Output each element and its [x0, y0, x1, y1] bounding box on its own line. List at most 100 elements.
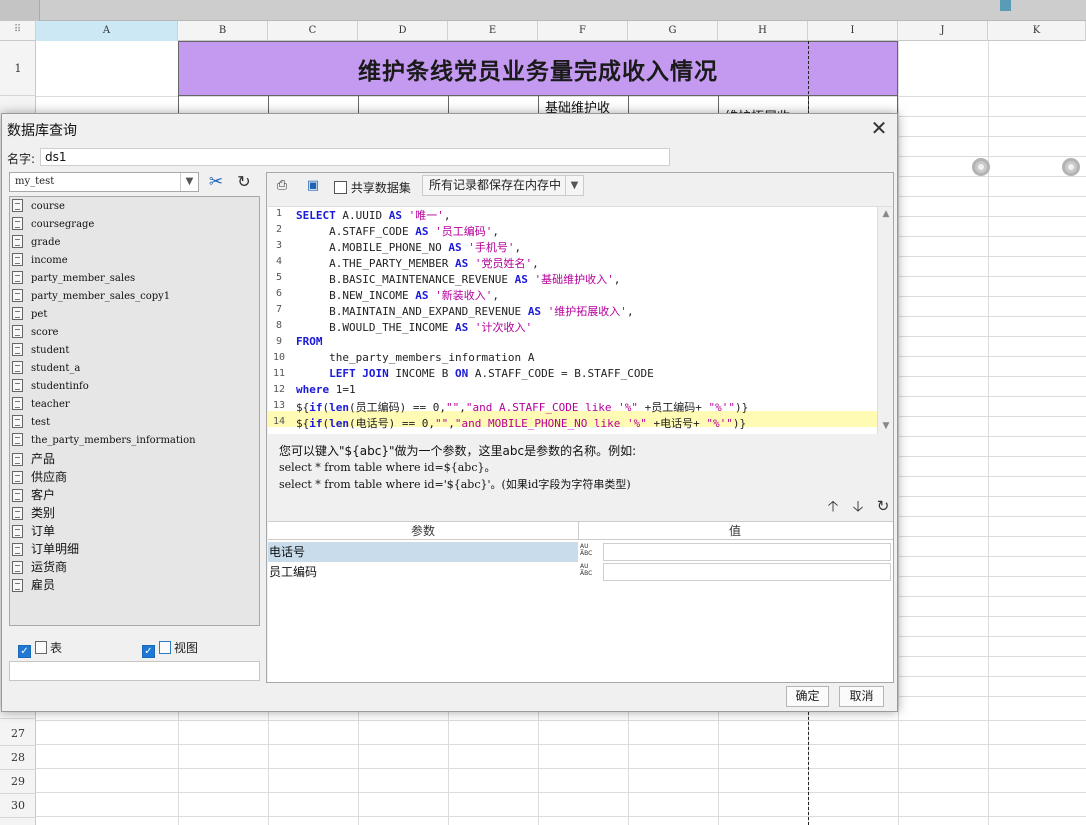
preview-icon[interactable]: ⎙ — [273, 177, 291, 195]
close-icon[interactable]: ✕ — [864, 116, 894, 142]
column-header-j[interactable]: J — [898, 21, 988, 41]
list-item[interactable]: party_member_sales_copy1 — [12, 288, 170, 306]
row-header-1[interactable]: 1 — [0, 41, 36, 96]
list-item[interactable]: student — [12, 342, 69, 360]
list-item[interactable]: 供应商 — [12, 468, 67, 486]
list-item[interactable]: coursegrage — [12, 216, 94, 234]
list-item[interactable]: 雇员 — [12, 576, 55, 594]
table-icon — [12, 397, 23, 410]
code-line: the_party_members_information A — [329, 351, 535, 364]
table-name: score — [31, 327, 59, 338]
line-number: 3 — [275, 240, 283, 251]
list-item[interactable]: 客户 — [12, 486, 55, 504]
param-value-input[interactable] — [603, 543, 891, 561]
code-line: B.NEW_INCOME AS '新装收入', — [329, 289, 499, 302]
show-views-checkbox[interactable]: ✓ 视图 — [142, 639, 198, 658]
connection-settings-icon[interactable]: ✂ — [205, 172, 227, 192]
line-number: 13 — [272, 400, 286, 411]
text-type-icon[interactable]: A̲U ABC — [580, 563, 602, 581]
list-item[interactable]: 订单明细 — [12, 540, 79, 558]
row-header-28[interactable]: 28 — [0, 746, 36, 770]
column-header-f[interactable]: F — [538, 21, 628, 41]
select-all-corner[interactable]: ⠿ — [0, 21, 36, 41]
sql-editor[interactable]: 1 SELECT A.UUID AS '唯一', 2 A.STAFF_CODE AS… — [268, 206, 893, 434]
list-item[interactable]: 产品 — [12, 450, 55, 468]
text-type-icon[interactable]: A̲U ABC — [580, 543, 602, 561]
table-row[interactable]: 员工编码 A̲U ABC — [268, 562, 893, 582]
table-name: 雇员 — [31, 578, 56, 592]
row-header-29[interactable]: 29 — [0, 770, 36, 794]
list-item[interactable]: student_a — [12, 360, 80, 378]
table-icon — [12, 271, 23, 284]
database-select[interactable]: my_test ▼ — [9, 172, 199, 192]
table-name: party_member_sales — [31, 273, 136, 284]
list-item[interactable]: 类别 — [12, 504, 55, 522]
hint-line-1: 您可以键入"${abc}"做为一个参数，这里abc是参数的名称。例如: — [279, 444, 637, 458]
list-item[interactable]: pet — [12, 306, 47, 324]
list-item[interactable]: test — [12, 414, 50, 432]
list-item[interactable]: score — [12, 324, 58, 342]
table-icon — [12, 325, 23, 338]
table-icon — [12, 307, 23, 320]
ok-button[interactable]: 确定 — [786, 686, 829, 707]
list-item[interactable]: 订单 — [12, 522, 55, 540]
refresh-icon[interactable]: ↻ — [233, 172, 255, 192]
column-header-k[interactable]: K — [988, 21, 1086, 41]
editor-scrollbar[interactable]: ▲ ▼ — [877, 207, 893, 434]
table-name: student_a — [31, 363, 81, 374]
table-icon — [12, 579, 23, 592]
memory-mode-value: 所有记录都保存在内存中 — [429, 178, 562, 192]
scroll-down-icon[interactable]: ▼ — [878, 419, 893, 433]
table-row[interactable]: 电话号 A̲U ABC — [268, 542, 893, 562]
gear-icon[interactable] — [972, 158, 990, 176]
refresh-params-icon[interactable]: ↻ — [873, 496, 893, 516]
memory-mode-select[interactable]: 所有记录都保存在内存中 ▼ — [422, 175, 584, 196]
list-item[interactable]: income — [12, 252, 68, 270]
move-up-icon[interactable]: 🡡 — [823, 496, 843, 516]
list-item[interactable]: course — [12, 198, 65, 216]
parameter-table-header: 参数 值 — [268, 522, 893, 540]
code-line: A.STAFF_CODE AS '员工编码', — [329, 225, 499, 238]
param-value-input[interactable] — [603, 563, 891, 581]
list-item[interactable]: 运货商 — [12, 558, 67, 576]
column-header-i[interactable]: I — [808, 21, 898, 41]
table-name: test — [31, 417, 51, 428]
chevron-down-icon: ▼ — [565, 176, 583, 195]
line-number: 1 — [275, 208, 283, 219]
column-header-d[interactable]: D — [358, 21, 448, 41]
column-header-e[interactable]: E — [448, 21, 538, 41]
list-item[interactable]: studentinfo — [12, 378, 89, 396]
dataset-name-input[interactable] — [40, 148, 670, 166]
table-name: 类别 — [31, 506, 56, 520]
report-title-cell[interactable]: 维护条线党员业务量完成收入情况 — [178, 41, 898, 96]
line-number: 9 — [275, 336, 283, 347]
column-header-g[interactable]: G — [628, 21, 718, 41]
move-down-icon[interactable]: 🡣 — [848, 496, 868, 516]
column-header-a[interactable]: A — [36, 21, 178, 41]
list-item[interactable]: the_party_members_information — [12, 432, 196, 450]
list-item[interactable]: teacher — [12, 396, 70, 414]
row-header-30[interactable]: 30 — [0, 794, 36, 818]
table-filter-input[interactable] — [9, 661, 260, 681]
row-header-27[interactable]: 27 — [0, 722, 36, 746]
column-header-b[interactable]: B — [178, 21, 268, 41]
list-item[interactable]: grade — [12, 234, 60, 252]
save-icon[interactable]: ▣ — [304, 177, 322, 195]
sql-panel: ⎙ ▣ 共享数据集 所有记录都保存在内存中 ▼ 1 SELECT A.UUID A… — [266, 172, 894, 683]
table-name: teacher — [31, 399, 70, 410]
line-number: 2 — [275, 224, 283, 235]
show-tables-checkbox[interactable]: ✓ 表 — [18, 639, 62, 658]
share-dataset-checkbox[interactable]: 共享数据集 — [334, 179, 411, 196]
cancel-button[interactable]: 取消 — [839, 686, 884, 707]
scroll-up-icon[interactable]: ▲ — [878, 207, 893, 221]
column-header-c[interactable]: C — [268, 21, 358, 41]
column-header-h[interactable]: H — [718, 21, 808, 41]
line-number: 8 — [275, 320, 283, 331]
gear-icon[interactable] — [1062, 158, 1080, 176]
list-item[interactable]: party_member_sales — [12, 270, 135, 288]
table-list[interactable]: course coursegrage grade income party_member… — [9, 196, 260, 626]
table-icon — [12, 525, 23, 538]
column-header-bar: ⠿ A B C D E F G H I J K — [0, 21, 1086, 41]
toolbar-segment — [0, 0, 40, 21]
hint-line-3: select * from table where id='${abc}'。(如… — [279, 478, 631, 491]
